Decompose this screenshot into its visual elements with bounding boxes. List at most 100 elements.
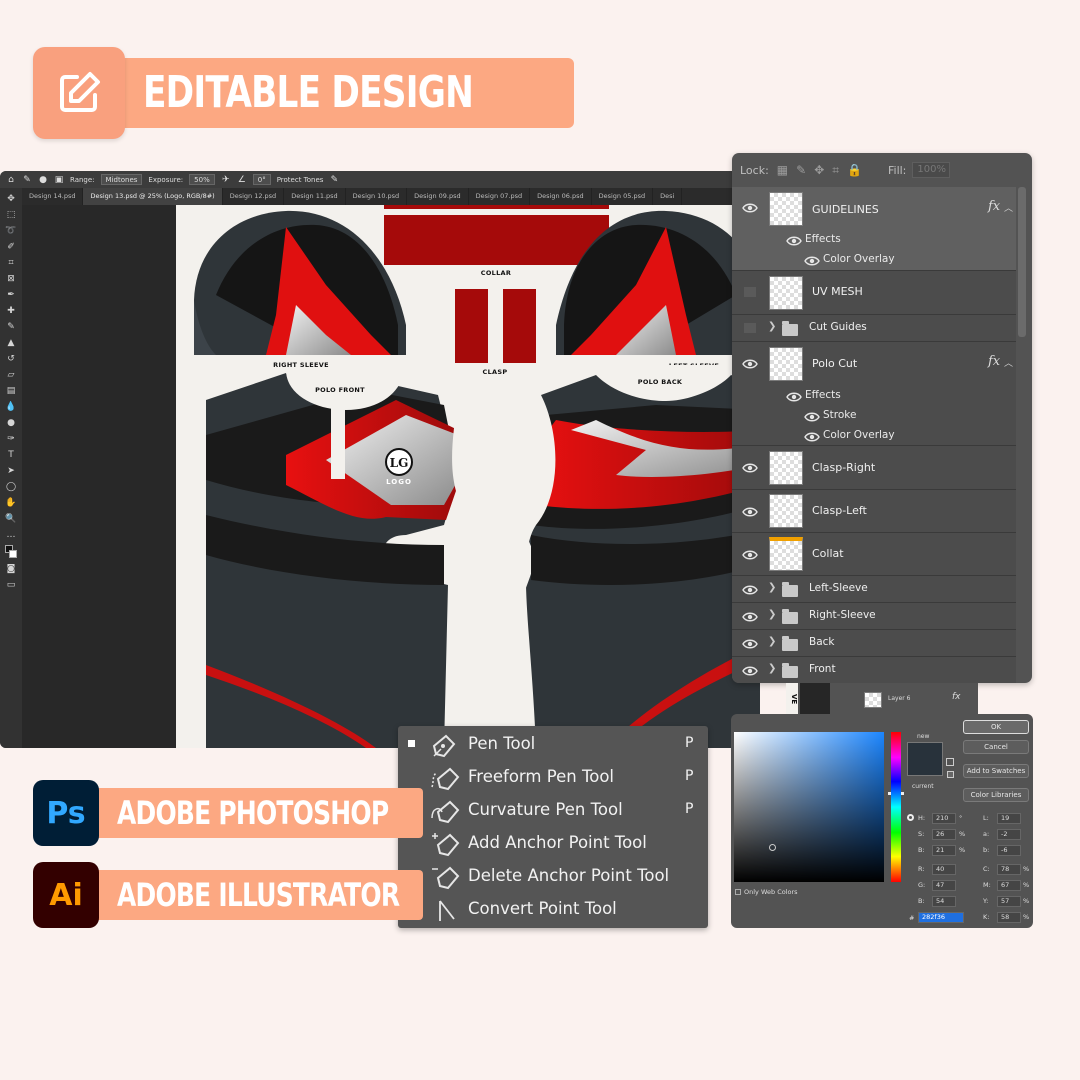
eye-icon[interactable] [804, 412, 820, 422]
dodge-tool-icon[interactable]: ● [5, 417, 17, 429]
tab-design-07[interactable]: Design 07.psd [469, 188, 531, 205]
k-input[interactable]: 58 [997, 912, 1021, 923]
layer-group-cut-guides[interactable]: ❯ Cut Guides [732, 315, 1016, 342]
frame-tool-icon[interactable]: ⊠ [5, 273, 17, 285]
eye-icon[interactable] [786, 236, 802, 246]
angle-icon[interactable]: ∠ [237, 175, 247, 185]
add-to-swatches-button[interactable]: Add to Swatches [963, 764, 1029, 778]
pressure-icon[interactable]: ✎ [329, 175, 339, 185]
home-icon[interactable]: ⌂ [6, 175, 16, 185]
menu-item-curvature-pen[interactable]: Curvature Pen Tool P [398, 794, 708, 826]
chevron-up-icon[interactable]: ︿ [1004, 201, 1013, 214]
path-select-icon[interactable]: ➤ [5, 465, 17, 477]
zoom-tool-icon[interactable]: 🔍 [5, 513, 17, 525]
eye-icon[interactable] [742, 203, 758, 213]
brush-tool-icon[interactable]: ✎ [5, 321, 17, 333]
fill-input[interactable]: 100% [912, 162, 951, 178]
eye-icon[interactable] [804, 432, 820, 442]
shape-tool-icon[interactable]: ◯ [5, 481, 17, 493]
eye-icon[interactable] [742, 550, 758, 560]
menu-item-convert-point[interactable]: Convert Point Tool [398, 893, 708, 925]
menu-item-freeform-pen[interactable]: Freeform Pen Tool P [398, 761, 708, 793]
stamp-tool-icon[interactable]: ▲ [5, 337, 17, 349]
hue-slider-handle[interactable] [888, 792, 904, 795]
history-brush-icon[interactable]: ↺ [5, 353, 17, 365]
healing-brush-icon[interactable]: ✚ [5, 305, 17, 317]
eye-icon[interactable] [742, 585, 758, 595]
layer-group-left-sleeve[interactable]: ❯ Left-Sleeve [732, 576, 1016, 603]
airbrush-icon[interactable]: ✈ [221, 175, 231, 185]
tab-design-06[interactable]: Design 06.psd [530, 188, 592, 205]
tab-design-12[interactable]: Design 12.psd [223, 188, 285, 205]
eye-icon[interactable] [804, 256, 820, 266]
g-input[interactable]: 47 [932, 880, 956, 891]
lock-pixels-icon[interactable]: ✎ [796, 163, 806, 177]
angle-input[interactable]: 0° [252, 174, 271, 185]
lasso-tool-icon[interactable]: ➰ [5, 225, 17, 237]
eye-icon[interactable] [742, 463, 758, 473]
c-input[interactable]: 78 [997, 864, 1021, 875]
lock-all-icon[interactable]: 🔒 [847, 163, 862, 177]
tab-design-10[interactable]: Design 10.psd [346, 188, 408, 205]
marquee-tool-icon[interactable]: ⬚ [5, 209, 17, 221]
eyedropper-icon[interactable]: ✒ [5, 289, 17, 301]
quick-mask-icon[interactable]: ◙ [5, 563, 17, 575]
eraser-tool-icon[interactable]: ▱ [5, 369, 17, 381]
l-input[interactable]: 19 [997, 813, 1021, 824]
chevron-right-icon[interactable]: ❯ [768, 321, 776, 332]
exposure-input[interactable]: 50% [189, 174, 215, 185]
b-input[interactable]: 21 [932, 845, 956, 856]
hand-tool-icon[interactable]: ✋ [5, 497, 17, 509]
lab-b-input[interactable]: -6 [997, 845, 1021, 856]
visibility-toggle[interactable] [744, 323, 756, 333]
fx-icon[interactable]: fx [988, 199, 1000, 214]
eye-icon[interactable] [742, 666, 758, 676]
fx-icon[interactable]: fx [988, 354, 1000, 369]
protect-tones-checkbox[interactable]: Protect Tones [277, 176, 324, 184]
eye-icon[interactable] [742, 507, 758, 517]
brush-settings-icon[interactable]: ▣ [54, 175, 64, 185]
more-tools-icon[interactable]: … [5, 529, 17, 541]
color-swatch-icon[interactable] [5, 545, 17, 559]
layer-group-right-sleeve[interactable]: ❯ Right-Sleeve [732, 603, 1016, 630]
color-cursor[interactable] [769, 844, 776, 851]
only-web-colors-checkbox[interactable] [735, 889, 741, 895]
visibility-toggle[interactable] [744, 287, 756, 297]
menu-item-pen-tool[interactable]: Pen Tool P [398, 728, 708, 760]
s-input[interactable]: 26 [932, 829, 956, 840]
m-input[interactable]: 67 [997, 880, 1021, 891]
dodge-tool-icon[interactable]: ✎ [22, 175, 32, 185]
tab-design-05[interactable]: Design 05.psd [592, 188, 654, 205]
cube-icon[interactable] [947, 771, 954, 778]
crop-tool-icon[interactable]: ⌗ [5, 257, 17, 269]
lock-artboard-icon[interactable]: ⌗ [832, 163, 839, 178]
color-libraries-button[interactable]: Color Libraries [963, 788, 1029, 802]
tab-design-11[interactable]: Design 11.psd [284, 188, 346, 205]
gradient-tool-icon[interactable]: ▤ [5, 385, 17, 397]
chevron-right-icon[interactable]: ❯ [768, 663, 776, 674]
move-tool-icon[interactable]: ✥ [5, 193, 17, 205]
color-field[interactable] [734, 732, 884, 882]
tab-design-09[interactable]: Design 09.psd [407, 188, 469, 205]
y-input[interactable]: 57 [997, 896, 1021, 907]
blur-tool-icon[interactable]: 💧 [5, 401, 17, 413]
menu-item-delete-anchor[interactable]: Delete Anchor Point Tool [398, 860, 708, 892]
cancel-button[interactable]: Cancel [963, 740, 1029, 754]
chevron-up-icon[interactable]: ︿ [1004, 356, 1013, 369]
chevron-right-icon[interactable]: ❯ [768, 609, 776, 620]
eye-icon[interactable] [742, 612, 758, 622]
h-radio[interactable] [907, 814, 914, 821]
lock-transparent-icon[interactable]: ▦ [777, 163, 788, 177]
menu-item-add-anchor[interactable]: Add Anchor Point Tool [398, 827, 708, 859]
r-input[interactable]: 40 [932, 864, 956, 875]
layer-group-back[interactable]: ❯ Back [732, 630, 1016, 657]
layer-group-front[interactable]: ❯ Front [732, 657, 1016, 683]
document-canvas[interactable]: COLLAR CLASP RIGHT SLEEVE LEFT SLEE [176, 205, 760, 748]
layers-scrollbar[interactable] [1018, 187, 1026, 337]
eye-icon[interactable] [742, 639, 758, 649]
screen-mode-icon[interactable]: ▭ [5, 579, 17, 591]
web-color-icon[interactable] [946, 758, 954, 766]
pen-tool-icon[interactable]: ✑ [5, 433, 17, 445]
chevron-right-icon[interactable]: ❯ [768, 582, 776, 593]
tab-design-more[interactable]: Desi [653, 188, 683, 205]
